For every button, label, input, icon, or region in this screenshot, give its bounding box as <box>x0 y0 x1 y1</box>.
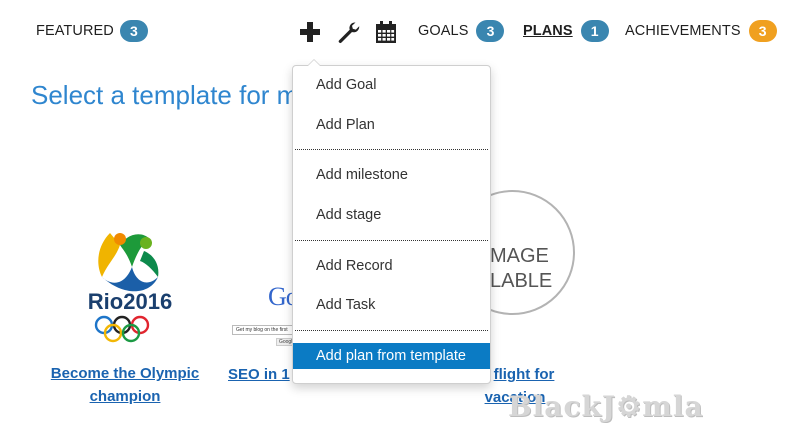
template-title-olympic-line1: Become the Olympic <box>50 365 200 382</box>
search-box-text: Get my blog on the first <box>236 327 288 333</box>
menu-item-add-plan-from-template[interactable]: Add plan from template <box>293 343 490 369</box>
nav-featured-label: FEATURED <box>36 23 114 39</box>
watermark-text-end: mla <box>642 390 704 423</box>
nav-goals[interactable]: GOALS 3 <box>418 20 505 42</box>
menu-item-add-milestone[interactable]: Add milestone <box>293 162 490 188</box>
nav-plans[interactable]: PLANS 1 <box>523 20 609 42</box>
featured-count-badge: 3 <box>119 20 148 42</box>
menu-divider <box>295 240 488 241</box>
plans-count-badge: 1 <box>580 20 609 42</box>
menu-item-add-goal[interactable]: Add Goal <box>293 72 490 98</box>
menu-divider <box>295 149 488 150</box>
nav-featured[interactable]: FEATURED 3 <box>36 20 148 42</box>
nav-goals-label: GOALS <box>418 23 469 39</box>
menu-divider <box>295 330 488 331</box>
achievements-count-badge: 3 <box>748 20 777 42</box>
blackjoomla-watermark: BlackJ⚙mla <box>508 390 704 423</box>
no-image-text-line2: LABLE <box>490 270 553 292</box>
nav-achievements-label: ACHIEVEMENTS <box>625 23 741 39</box>
nav-achievements[interactable]: ACHIEVEMENTS 3 <box>625 20 777 42</box>
goals-count-badge: 3 <box>476 20 505 42</box>
template-title-seo[interactable]: SEO in 1 <box>228 363 290 386</box>
menu-item-add-plan[interactable]: Add Plan <box>293 112 490 138</box>
search-box-fragment: Get my blog on the first <box>232 325 298 335</box>
rio2016-logo-text: Rio2016 <box>88 289 172 314</box>
calendar-icon[interactable] <box>374 20 398 44</box>
watermark-text-start: BlackJ <box>508 390 617 423</box>
template-title-olympic-line2: champion <box>89 388 161 405</box>
menu-item-add-task[interactable]: Add Task <box>293 292 490 318</box>
menu-item-add-record[interactable]: Add Record <box>293 253 490 279</box>
wrench-icon[interactable] <box>336 20 360 44</box>
plus-icon[interactable] <box>298 20 322 44</box>
add-dropdown-menu: Add Goal Add Plan Add milestone Add stag… <box>292 59 491 384</box>
menu-item-add-stage[interactable]: Add stage <box>293 202 490 228</box>
page-title: Select a template for m <box>31 80 293 110</box>
template-card-seo[interactable]: Go Get my blog on the first Google SEO i… <box>228 270 299 383</box>
rio2016-logo: Rio2016 <box>88 233 172 343</box>
template-title-olympic[interactable]: Become the Olympic champion <box>40 362 210 408</box>
watermark-gear-icon: ⚙ <box>616 390 643 423</box>
nav-plans-label: PLANS <box>523 23 573 39</box>
no-image-text-line1: MAGE <box>490 245 549 267</box>
